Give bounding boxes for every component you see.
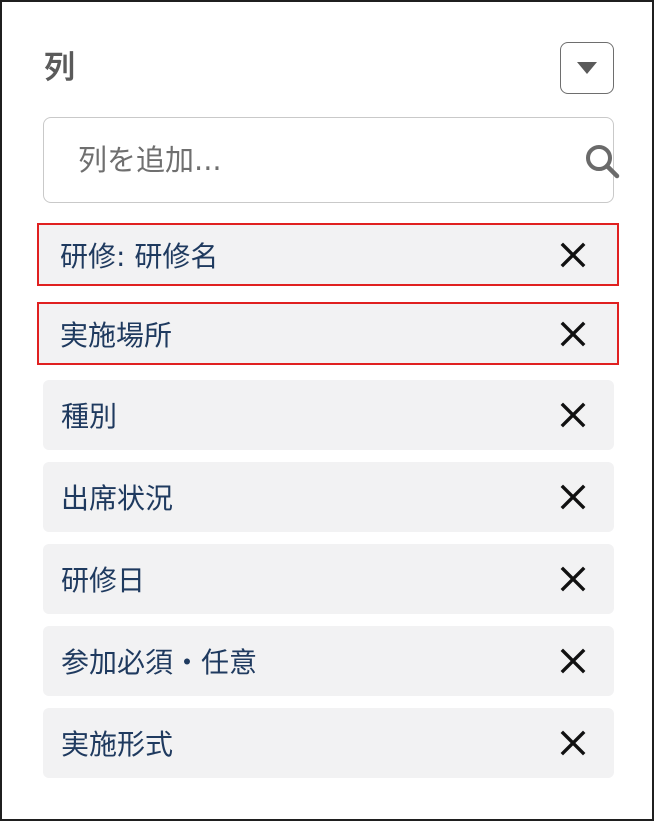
close-icon	[560, 402, 586, 428]
remove-column-button[interactable]	[556, 398, 590, 432]
column-label: 研修: 研修名	[60, 239, 219, 273]
add-column-search	[43, 117, 620, 203]
close-icon	[560, 242, 586, 267]
remove-column-button[interactable]	[556, 480, 590, 514]
column-menu-button[interactable]	[560, 42, 614, 94]
column-label: 研修日	[61, 564, 146, 597]
column-item-attendance: 出席状況	[43, 462, 614, 532]
column-label: 実施場所	[60, 318, 173, 352]
column-label: 参加必須・任意	[61, 646, 258, 679]
add-column-input[interactable]	[44, 118, 534, 201]
close-icon	[560, 566, 586, 592]
remove-column-button[interactable]	[556, 726, 590, 760]
close-icon	[560, 484, 586, 510]
column-item-training-name: 研修: 研修名	[37, 223, 619, 286]
close-icon	[560, 321, 586, 346]
column-label: 種別	[61, 400, 118, 433]
column-label: 実施形式	[61, 728, 174, 761]
column-item-venue: 実施場所	[37, 302, 619, 365]
panel-title: 列	[44, 50, 75, 86]
remove-column-button[interactable]	[556, 238, 590, 272]
remove-column-button[interactable]	[556, 644, 590, 678]
remove-column-button[interactable]	[556, 562, 590, 596]
column-item-required-optional: 参加必須・任意	[43, 626, 614, 696]
column-item-delivery-format: 実施形式	[43, 708, 614, 778]
caret-down-icon	[577, 62, 597, 74]
search-icon[interactable]	[583, 142, 623, 182]
column-item-type: 種別	[43, 380, 614, 450]
column-label: 出席状況	[61, 482, 174, 515]
close-icon	[560, 730, 586, 756]
close-icon	[560, 648, 586, 674]
column-item-training-date: 研修日	[43, 544, 614, 614]
remove-column-button[interactable]	[556, 317, 590, 351]
columns-panel: 列 研修: 研修名 実施場所 種別	[0, 0, 654, 821]
